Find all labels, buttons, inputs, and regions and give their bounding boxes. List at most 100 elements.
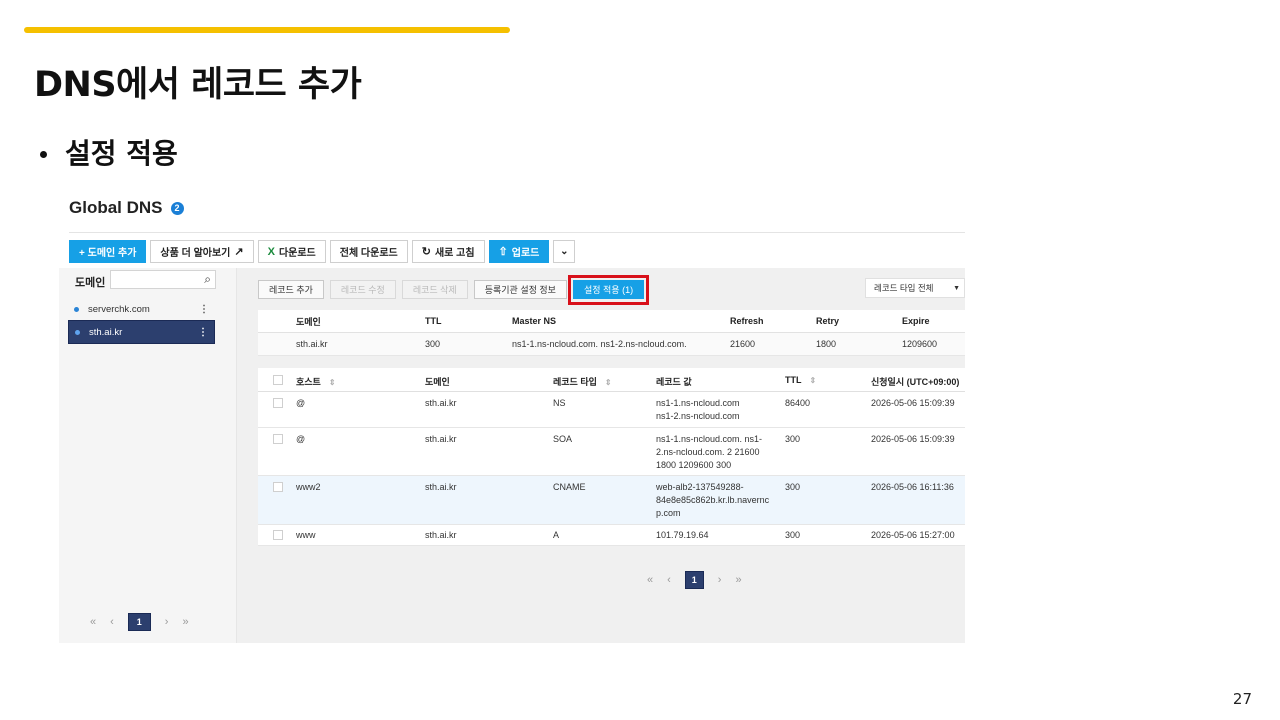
refresh-button[interactable]: ↻ 새로 고침 bbox=[411, 240, 485, 263]
record-host: @ bbox=[296, 398, 306, 408]
more-dropdown-button[interactable]: ⌄ bbox=[553, 240, 576, 263]
sort-icon: ⇕ bbox=[328, 378, 336, 387]
sort-icon: ⇕ bbox=[604, 378, 612, 387]
row-checkbox[interactable] bbox=[273, 482, 283, 492]
current-page-button[interactable]: 1 bbox=[127, 613, 151, 631]
record-value: web-alb2-137549288- 84e8e85c862b.kr.lb.n… bbox=[656, 482, 770, 518]
refresh-icon: ↻ bbox=[421, 246, 431, 258]
upload-label: 업로드 bbox=[511, 248, 540, 259]
chevron-down-icon: ⌄ bbox=[560, 246, 569, 257]
next-page-icon[interactable]: › bbox=[718, 574, 722, 586]
apply-settings-wrapper: 설정 적용 (1) bbox=[567, 275, 650, 305]
soa-header-row: 도메인 TTL Master NS Refresh Retry Expire bbox=[258, 310, 965, 333]
search-icon[interactable]: ⌕ bbox=[204, 272, 211, 287]
last-page-icon[interactable]: » bbox=[735, 574, 741, 586]
row-checkbox[interactable] bbox=[273, 398, 283, 408]
table-row[interactable]: www sth.ai.kr A 101.79.19.64 300 2026-05… bbox=[258, 525, 965, 546]
console-title-text: Global DNS bbox=[69, 198, 163, 217]
bullet-dot bbox=[40, 150, 47, 158]
refresh-label: 새로 고침 bbox=[434, 248, 475, 259]
kebab-menu-icon[interactable]: ⋮ bbox=[199, 304, 209, 315]
delete-record-button[interactable]: 레코드 삭제 bbox=[401, 280, 468, 299]
status-dot bbox=[75, 329, 80, 335]
soa-header: Refresh bbox=[730, 316, 764, 326]
download-label: 다운로드 bbox=[278, 248, 316, 259]
soa-cell: ns1-1.ns-ncloud.com. ns1-2.ns-ncloud.com… bbox=[512, 339, 687, 349]
record-header-row: 호스트 ⇕ 도메인 레코드 타입 ⇕ 레코드 값 TTL ⇕ 신청일시 (UTC+09… bbox=[258, 368, 965, 392]
soa-header: 도메인 bbox=[296, 316, 321, 327]
record-date: 2026-05-06 16:11:36 bbox=[871, 482, 954, 492]
record-value: 101.79.19.64 bbox=[656, 530, 709, 540]
edit-record-button[interactable]: 레코드 수정 bbox=[329, 280, 396, 299]
record-ttl: 300 bbox=[785, 482, 801, 492]
first-page-icon[interactable]: « bbox=[90, 616, 96, 628]
soa-cell: 1209600 bbox=[902, 339, 938, 349]
download-button[interactable]: X 다운로드 bbox=[257, 240, 326, 263]
status-dot bbox=[74, 306, 79, 312]
main-toolbar: + 도메인 추가 상품 더 알아보기 ↗ X 다운로드 전체 다운로드 ↻ 새로… bbox=[69, 240, 576, 263]
domain-search-input[interactable]: ⌕ bbox=[110, 270, 216, 289]
record-date: 2026-05-06 15:09:39 bbox=[871, 398, 955, 408]
domain-item-label: serverchk.com bbox=[88, 303, 150, 315]
slide-title: DNS에서 레코드 추가 bbox=[34, 65, 362, 105]
highlight-box bbox=[567, 275, 650, 305]
soa-cell: 21600 bbox=[730, 339, 756, 349]
download-all-button[interactable]: 전체 다운로드 bbox=[329, 240, 408, 263]
record-domain: sth.ai.kr bbox=[425, 482, 457, 492]
help-badge[interactable]: 2 bbox=[170, 201, 184, 215]
add-record-button[interactable]: 레코드 추가 bbox=[258, 280, 324, 299]
next-page-icon[interactable]: › bbox=[165, 616, 169, 628]
bullet-item: 설정 적용 bbox=[40, 132, 178, 172]
accent-bar bbox=[24, 27, 510, 33]
external-link-icon: ↗ bbox=[234, 246, 244, 258]
soa-header: Master NS bbox=[512, 316, 557, 326]
table-row[interactable]: www2 sth.ai.kr CNAME web-alb2-137549288-… bbox=[258, 476, 965, 525]
row-checkbox[interactable] bbox=[273, 434, 283, 444]
product-info-button[interactable]: 상품 더 알아보기 ↗ bbox=[150, 240, 254, 263]
table-row[interactable]: @ sth.ai.kr NS ns1-1.ns-ncloud.com ns1-2… bbox=[258, 392, 965, 428]
upload-button[interactable]: ⇧ 업로드 bbox=[488, 240, 550, 263]
prev-page-icon[interactable]: ‹ bbox=[110, 616, 114, 628]
add-domain-button[interactable]: + 도메인 추가 bbox=[69, 240, 147, 263]
record-type: CNAME bbox=[553, 482, 586, 492]
record-type: NS bbox=[553, 398, 566, 408]
first-page-icon[interactable]: « bbox=[647, 574, 653, 586]
product-info-label: 상품 더 알아보기 bbox=[160, 248, 231, 259]
table-row[interactable]: @ sth.ai.kr SOA ns1-1.ns-ncloud.com. ns1… bbox=[258, 428, 965, 476]
record-type-select-value: 레코드 타입 전체 bbox=[874, 283, 934, 293]
registrar-info-button[interactable]: 등록기관 설정 정보 bbox=[473, 280, 567, 299]
record-host: www2 bbox=[296, 482, 321, 492]
caret-down-icon: ▼ bbox=[953, 284, 960, 292]
row-checkbox[interactable] bbox=[273, 530, 283, 540]
record-header-ttl[interactable]: TTL ⇕ bbox=[785, 375, 816, 385]
record-header-host[interactable]: 호스트 ⇕ bbox=[296, 375, 336, 388]
record-domain: sth.ai.kr bbox=[425, 530, 457, 540]
domain-item-selected[interactable]: sth.ai.kr ⋮ bbox=[68, 320, 215, 344]
record-type-select[interactable]: 레코드 타입 전체 ▼ bbox=[865, 278, 965, 298]
record-value: ns1-1.ns-ncloud.com. ns1- 2.ns-ncloud.co… bbox=[656, 434, 763, 470]
soa-cell: sth.ai.kr bbox=[296, 339, 328, 349]
record-type: A bbox=[553, 530, 560, 540]
soa-header: TTL bbox=[425, 316, 442, 326]
last-page-icon[interactable]: » bbox=[182, 616, 188, 628]
record-header-type[interactable]: 레코드 타입 ⇕ bbox=[553, 375, 612, 388]
record-domain: sth.ai.kr bbox=[425, 398, 457, 408]
select-all-checkbox[interactable] bbox=[273, 375, 283, 385]
kebab-menu-icon[interactable]: ⋮ bbox=[198, 327, 208, 338]
record-header-date: 신청일시 (UTC+09:00) bbox=[871, 377, 960, 387]
console-title: Global DNS 2 bbox=[69, 198, 184, 218]
sort-icon: ⇕ bbox=[809, 376, 817, 385]
soa-cell: 300 bbox=[425, 339, 441, 349]
domain-panel: 도메인 ⌕ serverchk.com ⋮ sth.ai.kr ⋮ « ‹ 1 … bbox=[59, 268, 237, 643]
console-screenshot: Global DNS 2 + 도메인 추가 상품 더 알아보기 ↗ X 다운로드… bbox=[59, 190, 965, 643]
domain-item[interactable]: serverchk.com ⋮ bbox=[68, 297, 215, 321]
current-page-button[interactable]: 1 bbox=[684, 571, 704, 589]
record-header-value: 레코드 값 bbox=[656, 377, 692, 387]
record-pager: « ‹ 1 › » bbox=[647, 571, 742, 589]
record-panel: 레코드 추가 레코드 수정 레코드 삭제 등록기관 설정 정보 설정 적용 (1… bbox=[237, 268, 965, 643]
soa-table: 도메인 TTL Master NS Refresh Retry Expire s… bbox=[258, 310, 965, 356]
soa-header: Expire bbox=[902, 316, 930, 326]
prev-page-icon[interactable]: ‹ bbox=[667, 574, 671, 586]
bullet-text: 설정 적용 bbox=[65, 137, 178, 170]
record-ttl: 86400 bbox=[785, 398, 811, 408]
